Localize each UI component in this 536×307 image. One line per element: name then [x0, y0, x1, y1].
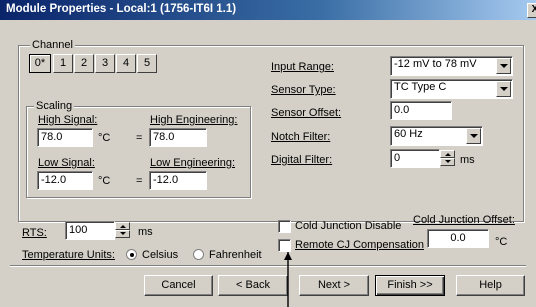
- chevron-down-icon[interactable]: [466, 128, 481, 144]
- high-unit-label: °C: [98, 132, 111, 144]
- cold-junction-offset-value: 0.0: [450, 232, 466, 244]
- cold-junction-offset-field[interactable]: 0.0: [427, 229, 489, 248]
- input-range-label: Input Range:: [271, 61, 334, 73]
- low-unit-label: °C: [98, 175, 111, 187]
- high-engineering-label: High Engineering:: [150, 114, 238, 126]
- cold-junction-offset-label: Cold Junction Offset:: [413, 214, 515, 226]
- tab-channel-4[interactable]: 4: [116, 54, 136, 73]
- module-properties-window: Module Properties - Local:1 (1756-IT6I 1…: [0, 0, 536, 307]
- celsius-radio[interactable]: [126, 249, 137, 260]
- remote-cj-compensation-label[interactable]: Remote CJ Compensation: [295, 239, 424, 251]
- input-range-value: -12 mV to 78 mV: [394, 58, 477, 70]
- back-button[interactable]: < Back: [218, 275, 288, 296]
- low-engineering-field[interactable]: -12.0: [149, 171, 207, 190]
- low-signal-field[interactable]: -12.0: [37, 171, 93, 190]
- channel-legend: Channel: [30, 39, 75, 51]
- title-bar: Module Properties - Local:1 (1756-IT6I 1…: [0, 0, 536, 20]
- notch-filter-select[interactable]: 60 Hz: [390, 126, 483, 146]
- sensor-type-label: Sensor Type:: [271, 84, 336, 96]
- pointer-arrow-icon: [284, 252, 292, 307]
- digital-filter-label: Digital Filter:: [271, 154, 333, 166]
- scaling-legend: Scaling: [34, 100, 75, 112]
- window-title: Module Properties - Local:1 (1756-IT6I 1…: [6, 3, 237, 15]
- input-range-select[interactable]: -12 mV to 78 mV: [390, 56, 513, 76]
- tab-channel-2[interactable]: 2: [74, 54, 94, 73]
- digital-filter-spinner[interactable]: [440, 150, 455, 166]
- rts-spinner[interactable]: [115, 222, 130, 238]
- tab-channel-1[interactable]: 1: [53, 54, 73, 73]
- spin-down-icon[interactable]: [115, 230, 130, 238]
- digital-filter-unit: ms: [460, 154, 475, 166]
- high-signal-label: High Signal:: [38, 114, 98, 126]
- fahrenheit-radio[interactable]: [193, 249, 204, 260]
- tab-channel-0[interactable]: 0*: [29, 54, 51, 73]
- digital-filter-field[interactable]: 0: [390, 149, 440, 168]
- finish-button[interactable]: Finish >>: [375, 275, 445, 296]
- button-separator: [10, 265, 526, 267]
- remote-cj-compensation-checkbox[interactable]: [278, 239, 291, 252]
- sensor-offset-label: Sensor Offset:: [271, 107, 342, 119]
- help-button[interactable]: Help: [456, 275, 525, 296]
- low-engineering-label: Low Engineering:: [150, 157, 236, 169]
- sensor-type-select[interactable]: TC Type C: [390, 79, 513, 99]
- close-button[interactable]: X: [527, 3, 536, 18]
- spin-up-icon[interactable]: [440, 150, 455, 158]
- rts-label: RTS:: [22, 227, 47, 239]
- notch-filter-label: Notch Filter:: [271, 131, 331, 143]
- sensor-type-value: TC Type C: [394, 81, 447, 93]
- high-signal-field[interactable]: 78.0: [37, 128, 93, 147]
- spin-up-icon[interactable]: [115, 222, 130, 230]
- fahrenheit-label[interactable]: Fahrenheit: [209, 249, 262, 261]
- high-equals: =: [136, 132, 143, 144]
- rts-field[interactable]: 100: [65, 221, 115, 240]
- tab-channel-5[interactable]: 5: [137, 54, 157, 73]
- celsius-label[interactable]: Celsius: [142, 249, 178, 261]
- cold-junction-disable-label[interactable]: Cold Junction Disable: [295, 220, 401, 232]
- cold-junction-disable-checkbox[interactable]: [278, 220, 291, 233]
- cold-junction-offset-unit: °C: [495, 236, 508, 248]
- spin-down-icon[interactable]: [440, 158, 455, 166]
- sensor-offset-field[interactable]: 0.0: [390, 101, 452, 120]
- chevron-down-icon[interactable]: [496, 58, 511, 74]
- high-engineering-field[interactable]: 78.0: [149, 128, 207, 147]
- tab-channel-3[interactable]: 3: [95, 54, 115, 73]
- low-signal-label: Low Signal:: [38, 157, 95, 169]
- temperature-units-label: Temperature Units:: [22, 249, 115, 261]
- chevron-down-icon[interactable]: [496, 81, 511, 97]
- notch-filter-value: 60 Hz: [394, 128, 423, 140]
- low-equals: =: [136, 175, 143, 187]
- next-button[interactable]: Next >: [299, 275, 369, 296]
- rts-unit: ms: [138, 226, 153, 238]
- cancel-button[interactable]: Cancel: [144, 275, 213, 296]
